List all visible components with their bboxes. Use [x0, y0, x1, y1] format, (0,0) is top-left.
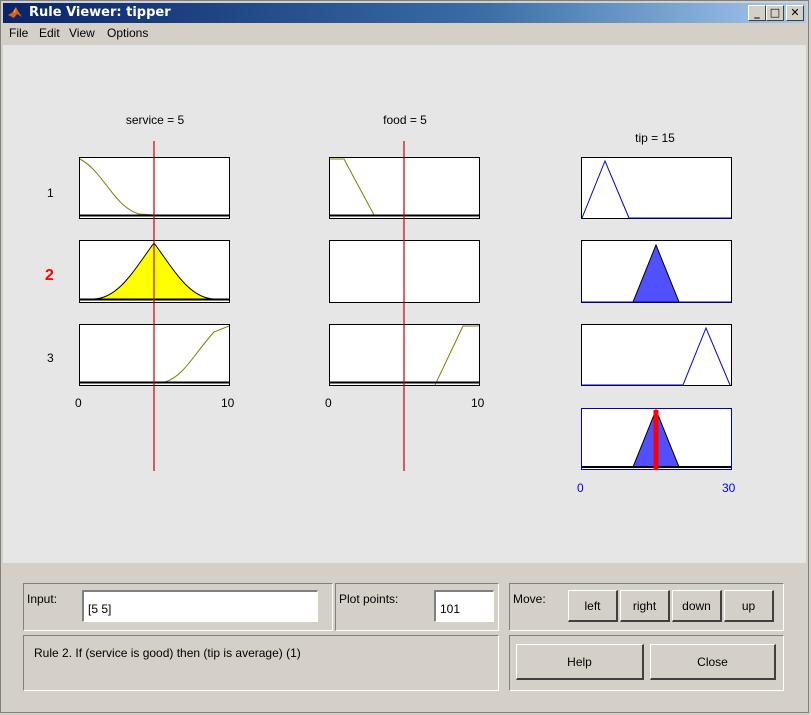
move-up-button[interactable]: up — [724, 590, 774, 622]
menu-bar: File Edit View Options — [3, 23, 806, 43]
move-panel: Move: left right down up — [509, 583, 784, 631]
tip-rule-1-plot[interactable] — [581, 157, 732, 219]
plot-points-field[interactable] — [434, 590, 494, 622]
maximize-button[interactable]: □ — [766, 5, 784, 21]
tip-rule-3-plot[interactable] — [581, 324, 732, 386]
service-title: service = 5 — [125, 113, 185, 127]
rule-number-1: 1 — [47, 186, 54, 200]
status-panel: Rule 2. If (service is good) then (tip i… — [23, 635, 499, 691]
close-button[interactable]: Close — [650, 644, 776, 680]
rule-plot-area: service = 5 food = 5 tip = 15 1 2 3 0 10 — [3, 45, 806, 563]
tip-aggregate-plot[interactable] — [581, 408, 732, 470]
tip-title: tip = 15 — [635, 131, 675, 145]
tip-tick-max: 30 — [722, 481, 736, 495]
service-tick-max: 10 — [221, 396, 235, 410]
plot-points-label: Plot points: — [339, 592, 399, 606]
minimize-button[interactable]: _ — [748, 5, 766, 21]
food-tick-max: 10 — [471, 396, 485, 410]
tip-tick-min: 0 — [577, 481, 584, 495]
move-down-button[interactable]: down — [672, 590, 722, 622]
rule-number-2: 2 — [45, 267, 54, 284]
tip-rule-2-plot[interactable] — [581, 240, 732, 303]
move-label: Move: — [513, 592, 546, 606]
menu-view[interactable]: View — [69, 26, 95, 40]
food-tick-min: 0 — [325, 396, 332, 410]
rule-number-3: 3 — [47, 351, 54, 365]
food-input-line[interactable] — [403, 141, 405, 471]
menu-options[interactable]: Options — [107, 26, 148, 40]
input-label: Input: — [27, 592, 58, 606]
matlab-logo-icon — [8, 7, 22, 18]
help-button[interactable]: Help — [516, 644, 644, 680]
help-close-panel: Help Close — [509, 635, 784, 691]
title-bar[interactable]: Rule Viewer: tipper _ □ ✕ — [3, 3, 806, 23]
close-window-button[interactable]: ✕ — [786, 5, 804, 21]
move-right-button[interactable]: right — [620, 590, 670, 622]
rule-viewer-window: Rule Viewer: tipper _ □ ✕ File Edit View… — [0, 0, 809, 713]
food-title: food = 5 — [383, 113, 427, 127]
service-tick-min: 0 — [75, 396, 82, 410]
plot-points-panel: Plot points: — [335, 583, 499, 631]
status-text: Rule 2. If (service is good) then (tip i… — [34, 646, 301, 660]
menu-file[interactable]: File — [9, 26, 28, 40]
service-input-line[interactable] — [153, 141, 155, 471]
window-title: Rule Viewer: tipper — [29, 5, 171, 20]
move-left-button[interactable]: left — [568, 590, 618, 622]
input-panel: Input: — [23, 583, 333, 631]
input-vector-field[interactable] — [82, 590, 318, 622]
menu-edit[interactable]: Edit — [39, 26, 60, 40]
